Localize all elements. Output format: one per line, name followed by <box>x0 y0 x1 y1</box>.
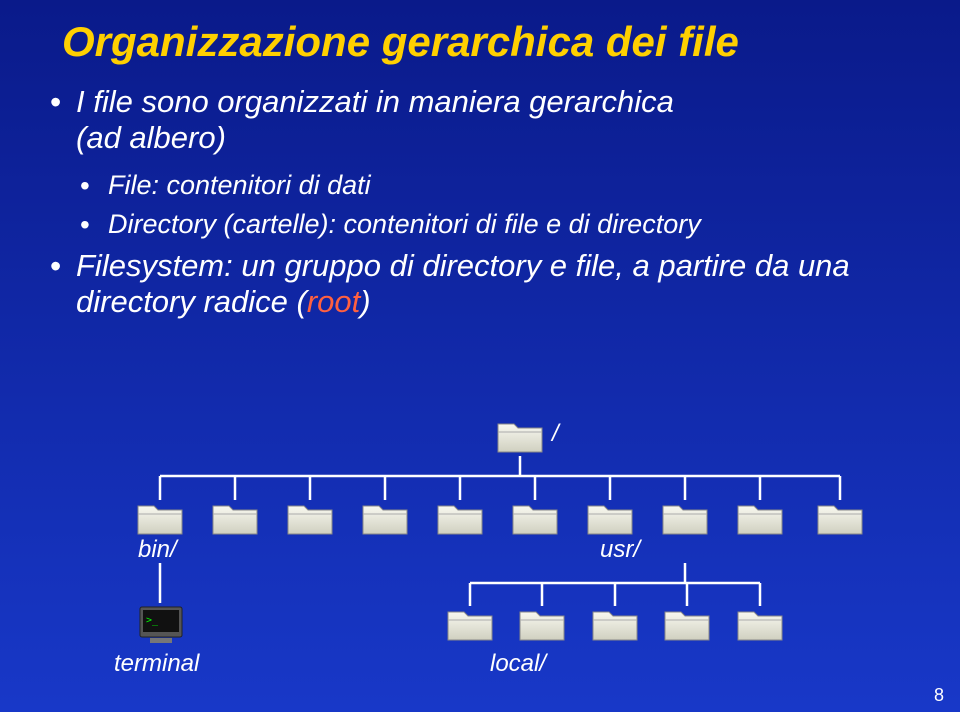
folder-icon <box>213 506 257 534</box>
folder-icon <box>448 612 492 640</box>
bullet-item-3: Directory (cartelle): contenitori di fil… <box>80 209 960 240</box>
folder-usr-icon <box>663 506 707 534</box>
bullet-text: I file sono organizzati in maniera gerar… <box>76 84 674 119</box>
terminal-label: terminal <box>114 650 199 678</box>
folder-icon <box>288 506 332 534</box>
bullet-item-4: Filesystem: un gruppo di directory e fil… <box>50 248 960 320</box>
folder-icon <box>818 506 862 534</box>
folder-root-icon <box>498 424 542 452</box>
slide-number: 8 <box>934 685 944 706</box>
slide-title: Organizzazione gerarchica dei file <box>0 0 960 66</box>
folder-bin-icon <box>138 506 182 534</box>
bullet-text: (ad albero) <box>76 120 226 155</box>
folder-icon <box>520 612 564 640</box>
folder-icon <box>665 612 709 640</box>
local-label: local/ <box>490 650 546 678</box>
bullet-item-1: I file sono organizzati in maniera gerar… <box>50 84 960 156</box>
terminal-icon <box>140 607 182 643</box>
folder-icon <box>738 612 782 640</box>
bullet-list: I file sono organizzati in maniera gerar… <box>0 66 960 320</box>
usr-label: usr/ <box>600 536 640 564</box>
filesystem-tree-diagram: >_ <box>60 418 900 693</box>
folder-icon <box>363 506 407 534</box>
root-label: / <box>552 420 559 448</box>
bullet-item-2: File: contenitori di dati <box>80 170 960 201</box>
folder-icon <box>738 506 782 534</box>
bullet-text: ) <box>360 284 370 319</box>
bin-label: bin/ <box>138 536 177 564</box>
folder-icon <box>513 506 557 534</box>
folder-local-icon <box>593 612 637 640</box>
folder-icon <box>438 506 482 534</box>
bullet-text: Filesystem: un gruppo di directory e fil… <box>76 248 850 319</box>
root-keyword: root <box>307 284 360 319</box>
folder-icon <box>588 506 632 534</box>
